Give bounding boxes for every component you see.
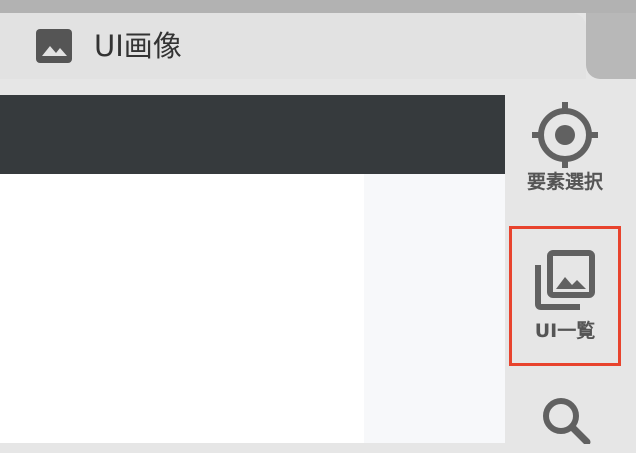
- preview-side-area: [364, 174, 505, 443]
- preview-header-bar: [0, 95, 505, 174]
- image-icon: [36, 29, 72, 63]
- ui-list-button[interactable]: UI一覧: [509, 226, 621, 366]
- ui-list-label: UI一覧: [534, 320, 596, 342]
- tab-title: UI画像: [94, 29, 182, 63]
- tab-header[interactable]: [0, 13, 586, 79]
- window-edge: [586, 13, 636, 79]
- image-library-icon: [535, 250, 595, 310]
- search-button[interactable]: [509, 392, 621, 444]
- search-icon: [543, 398, 591, 444]
- target-icon: [532, 102, 598, 168]
- element-select-label: 要素選択: [526, 171, 603, 193]
- preview-main-area: [0, 174, 364, 443]
- screenshot-preview: [0, 95, 505, 443]
- element-select-button[interactable]: 要素選択: [509, 100, 621, 218]
